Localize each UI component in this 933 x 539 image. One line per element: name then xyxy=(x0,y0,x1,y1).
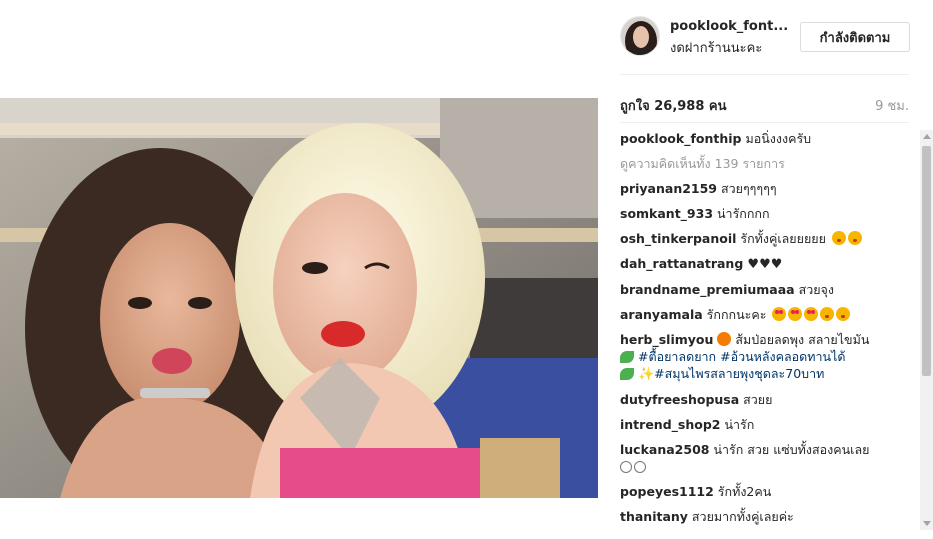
comment-item: luckana2508 น่ารัก สวย แซ่บทั้งสองคนเลย xyxy=(620,441,914,475)
caption-text: มอนิ่งงงครับ xyxy=(741,131,812,146)
hashtag-line[interactable]: #ตื้อยาลดยาก #อ้วนหลังคลอดทานได้ xyxy=(638,349,846,364)
comment-user[interactable]: luckana2508 xyxy=(620,442,709,457)
comments-scrollbar[interactable] xyxy=(920,130,933,530)
comment-item: herb_slimyou ส้มป่อยลดพุง สลายไขมัน #ตื้… xyxy=(620,331,914,383)
comment-text: ♥♥♥ xyxy=(743,257,783,272)
comment-item: intrend_shop2 น่ารัก xyxy=(620,416,914,433)
scroll-down-icon[interactable] xyxy=(923,521,931,526)
scrollbar-thumb[interactable] xyxy=(922,146,931,376)
comment-text: รักทั้ง2คน xyxy=(713,484,772,499)
comment-user[interactable]: intrend_shop2 xyxy=(620,417,720,432)
comment-item: aranyamala รักกกนะคะ xyxy=(620,306,914,323)
post-location[interactable]: งดฝากร้านนะคะ xyxy=(670,37,762,58)
comment-item: thanitany สวยมากทั้งคู่เลยค่ะ xyxy=(620,508,914,525)
post-time[interactable]: 9 ชม. xyxy=(875,95,909,116)
comment-text: สวยย xyxy=(739,392,773,407)
profile-avatar[interactable] xyxy=(620,16,660,56)
likes-divider xyxy=(620,122,909,123)
comment-user[interactable]: dah_rattanatrang xyxy=(620,256,743,271)
comment-user[interactable]: osh_tinkerpanoil xyxy=(620,231,736,246)
photo-area xyxy=(0,0,598,539)
kiss-emoji-icon xyxy=(836,307,851,321)
likes-count[interactable]: ถูกใจ 26,988 คน xyxy=(620,95,727,116)
comment-item: brandname_premiumaaa สวยจุง xyxy=(620,281,914,298)
comment-item: dah_rattanatrang ♥♥♥ xyxy=(620,255,914,273)
comment-text: สวยจุง xyxy=(794,282,834,297)
comment-text: รักทั้งคู่เลยยยยย xyxy=(736,231,826,246)
post-photo[interactable] xyxy=(0,98,598,498)
comment-text: น่ารักกกก xyxy=(713,206,770,221)
comment-user[interactable]: popeyes1112 xyxy=(620,484,714,499)
comment-user[interactable]: thanitany xyxy=(620,509,688,524)
comment-text: ส้มป่อยลดพุง สลายไขมัน xyxy=(731,332,870,347)
comment-text: รักกกนะคะ xyxy=(702,307,767,322)
comment-user[interactable]: dutyfreeshopusa xyxy=(620,392,739,407)
hashtag-line[interactable]: #สมุนไพรสลายพุงชุดละ70บาท xyxy=(654,366,824,381)
herb-emoji-icon xyxy=(620,351,634,363)
comment-text: น่ารัก สวย แซ่บทั้งสองคนเลย xyxy=(709,442,870,457)
post-sidebar: pooklook_font... งดฝากร้านนะคะ กำลังติดต… xyxy=(598,0,933,539)
heart-eyes-emoji-icon xyxy=(772,307,787,321)
comment-text: สวยๆๆๆๆๆ xyxy=(717,181,777,196)
sparkle-emoji-icon: ✨ xyxy=(637,367,655,382)
selfie-illustration xyxy=(0,98,598,498)
comment-user[interactable]: somkant_933 xyxy=(620,206,713,221)
kiss-emoji-icon xyxy=(820,307,835,321)
caption: pooklook_fonthip มอนิ่งงงครับ xyxy=(620,130,914,147)
comment-item: priyanan2159 สวยๆๆๆๆๆ xyxy=(620,180,914,197)
comment-user[interactable]: herb_slimyou xyxy=(620,332,713,347)
following-button[interactable]: กำลังติดตาม xyxy=(800,22,910,52)
scroll-up-icon[interactable] xyxy=(923,134,931,139)
herb-emoji-icon xyxy=(620,368,634,380)
smile-emoji-icon xyxy=(620,461,632,473)
comment-item: dutyfreeshopusa สวยย xyxy=(620,391,914,408)
header-divider xyxy=(620,74,909,75)
comment-user[interactable]: aranyamala xyxy=(620,307,703,322)
heart-eyes-emoji-icon xyxy=(788,307,803,321)
post-username[interactable]: pooklook_font... xyxy=(670,19,788,34)
kiss-emoji-icon xyxy=(847,231,862,245)
comment-user[interactable]: brandname_premiumaaa xyxy=(620,282,795,297)
smile-emoji-icon xyxy=(634,461,646,473)
comment-text: สวยมากทั้งคู่เลยค่ะ xyxy=(687,509,794,524)
comment-user[interactable]: priyanan2159 xyxy=(620,181,717,196)
tangerine-emoji-icon xyxy=(717,332,732,346)
comment-text: น่ารัก xyxy=(720,417,755,432)
comments-list: pooklook_fonthip มอนิ่งงงครับ ดูความคิดเ… xyxy=(620,130,914,532)
caption-user[interactable]: pooklook_fonthip xyxy=(620,131,742,146)
avatar-icon xyxy=(621,17,659,55)
comment-item: somkant_933 น่ารักกกก xyxy=(620,205,914,222)
comment-item: popeyes1112 รักทั้ง2คน xyxy=(620,483,914,500)
comment-item: osh_tinkerpanoil รักทั้งคู่เลยยยยย xyxy=(620,230,914,247)
post-header: pooklook_font... งดฝากร้านนะคะ กำลังติดต… xyxy=(620,14,910,60)
kiss-emoji-icon xyxy=(831,231,846,245)
heart-eyes-emoji-icon xyxy=(804,307,819,321)
view-all-comments-link[interactable]: ดูความคิดเห็นทั้ง 139 รายการ xyxy=(620,155,914,172)
